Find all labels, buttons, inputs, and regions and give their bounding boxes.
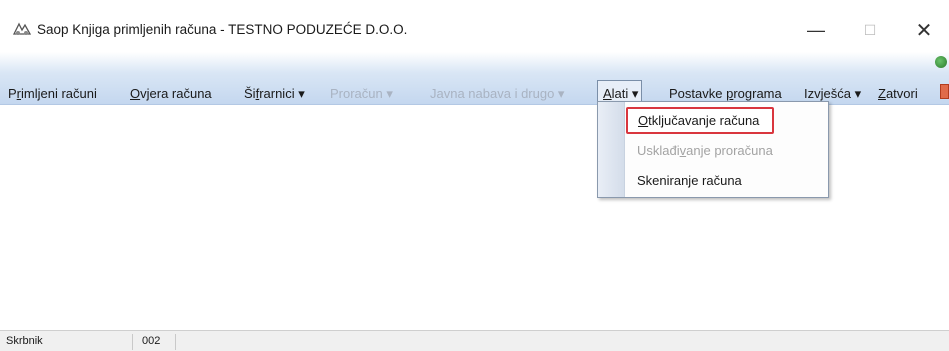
dropdown-icon-strip (598, 102, 625, 197)
close-button[interactable]: ✕ (901, 12, 947, 48)
menu-ovjera-racuna[interactable]: Ovjera računa (130, 86, 212, 101)
menu-alati[interactable]: Alati ▾ (603, 86, 638, 102)
app-logo-icon (12, 22, 32, 35)
menu-primljeni-racuni[interactable]: Primljeni računi (8, 86, 97, 101)
exit-icon[interactable] (940, 84, 949, 99)
minimize-button[interactable]: — (793, 12, 839, 48)
menu-item-otkljucavanje-racuna[interactable]: Otključavanje računa (626, 107, 774, 134)
menu-sifrarnici[interactable]: Šifrarnici ▾ (244, 86, 305, 102)
menu-zatvori[interactable]: Zatvori (878, 86, 918, 101)
status-divider (175, 334, 176, 350)
status-divider (132, 334, 133, 350)
menu-izvjesca[interactable]: Izvješća ▾ (804, 86, 861, 102)
menu-item-uskladivanje-proracuna: Usklađi v anje proračuna (637, 142, 773, 158)
menu-item-skeniranje-racuna[interactable]: Skeniranje računa (627, 168, 823, 192)
status-bar: Skrbnik 002 (0, 330, 949, 351)
status-user: Skrbnik (6, 335, 43, 347)
menu-proracun: Proračun ▾ (330, 86, 393, 101)
maximize-button[interactable]: ☐ (847, 12, 893, 48)
status-globe-icon (935, 56, 947, 68)
title-bar: Saop Knjiga primljenih računa - TESTNO P… (0, 0, 949, 52)
status-code: 002 (142, 335, 161, 347)
alati-dropdown-menu: Otključavanje računa Usklađi v anje prorač… (597, 101, 829, 198)
window-title: Saop Knjiga primljenih računa - TESTNO P… (37, 22, 408, 37)
menu-javna-nabava: Javna nabava i drugo ▾ (430, 86, 565, 101)
menu-postavke-programa[interactable]: Postavke programa (669, 86, 782, 101)
